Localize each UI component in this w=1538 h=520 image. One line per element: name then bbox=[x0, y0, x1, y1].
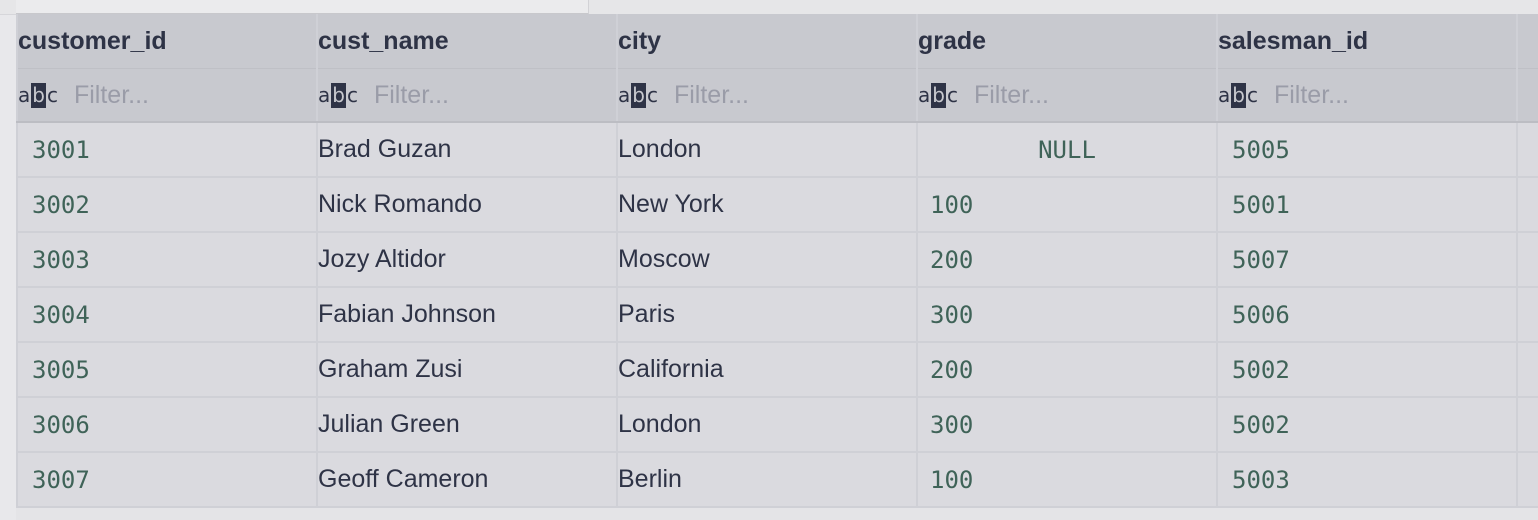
cell-filler bbox=[1517, 177, 1538, 233]
filter-row: abc abc abc bbox=[16, 68, 1538, 123]
cell-salesman-id[interactable]: 5007 bbox=[1217, 232, 1518, 288]
cell-grade[interactable]: 200 bbox=[917, 232, 1218, 288]
grid-bottom-edge bbox=[16, 508, 1538, 520]
active-tab-edge bbox=[16, 0, 589, 15]
filter-cell-city: abc bbox=[617, 68, 918, 123]
table-row[interactable]: 3005 Graham Zusi California 200 5002 bbox=[16, 342, 1538, 398]
filter-cell-customer-id: abc bbox=[16, 68, 318, 123]
cell-cust-name[interactable]: Jozy Altidor bbox=[317, 232, 618, 288]
cell-cust-name[interactable]: Brad Guzan bbox=[317, 122, 618, 178]
filter-input-customer-id[interactable] bbox=[73, 80, 294, 110]
column-header-filler bbox=[1517, 14, 1538, 69]
cell-city[interactable]: London bbox=[617, 397, 918, 453]
cell-cust-name[interactable]: Fabian Johnson bbox=[317, 287, 618, 343]
cell-customer-id[interactable]: 3007 bbox=[16, 452, 318, 508]
cell-customer-id[interactable]: 3003 bbox=[16, 232, 318, 288]
filter-input-salesman-id[interactable] bbox=[1273, 80, 1494, 110]
cell-city[interactable]: Moscow bbox=[617, 232, 918, 288]
cell-customer-id[interactable]: 3006 bbox=[16, 397, 318, 453]
filter-input-cust-name[interactable] bbox=[373, 80, 594, 110]
text-filter-icon[interactable]: abc bbox=[918, 82, 958, 108]
top-bar bbox=[0, 0, 1538, 15]
text-filter-icon[interactable]: abc bbox=[618, 82, 658, 108]
table-row[interactable]: 3006 Julian Green London 300 5002 bbox=[16, 397, 1538, 453]
cell-city[interactable]: New York bbox=[617, 177, 918, 233]
cell-grade[interactable]: NULL bbox=[917, 122, 1218, 178]
filter-cell-filler bbox=[1517, 68, 1538, 123]
cell-salesman-id[interactable]: 5001 bbox=[1217, 177, 1518, 233]
cell-grade[interactable]: 300 bbox=[917, 287, 1218, 343]
cell-grade[interactable]: 100 bbox=[917, 177, 1218, 233]
filter-cell-salesman-id: abc bbox=[1217, 68, 1518, 123]
cell-grade[interactable]: 200 bbox=[917, 342, 1218, 398]
filter-cell-cust-name: abc bbox=[317, 68, 618, 123]
text-filter-icon[interactable]: abc bbox=[19, 82, 58, 108]
cell-filler bbox=[1517, 122, 1538, 178]
column-header-customer-id[interactable]: customer_id bbox=[16, 14, 318, 69]
cell-salesman-id[interactable]: 5006 bbox=[1217, 287, 1518, 343]
cell-grade[interactable]: 100 bbox=[917, 452, 1218, 508]
cell-cust-name[interactable]: Graham Zusi bbox=[317, 342, 618, 398]
cell-filler bbox=[1517, 342, 1538, 398]
cell-salesman-id[interactable]: 5005 bbox=[1217, 122, 1518, 178]
cell-customer-id[interactable]: 3001 bbox=[16, 122, 318, 178]
text-filter-icon[interactable]: abc bbox=[1218, 82, 1258, 108]
cell-salesman-id[interactable]: 5003 bbox=[1217, 452, 1518, 508]
filter-cell-grade: abc bbox=[917, 68, 1218, 123]
table-row[interactable]: 3001 Brad Guzan London NULL 5005 bbox=[16, 122, 1538, 178]
cell-salesman-id[interactable]: 5002 bbox=[1217, 397, 1518, 453]
cell-cust-name[interactable]: Julian Green bbox=[317, 397, 618, 453]
column-header-city[interactable]: city bbox=[617, 14, 918, 69]
table-row[interactable]: 3003 Jozy Altidor Moscow 200 5007 bbox=[16, 232, 1538, 288]
cell-filler bbox=[1517, 452, 1538, 508]
column-header-grade[interactable]: grade bbox=[917, 14, 1218, 69]
column-header-salesman-id[interactable]: salesman_id bbox=[1217, 14, 1518, 69]
results-grid: customer_id cust_name city grade salesma… bbox=[16, 14, 1538, 508]
results-table: customer_id cust_name city grade salesma… bbox=[16, 14, 1538, 508]
cell-grade[interactable]: 300 bbox=[917, 397, 1218, 453]
cell-salesman-id[interactable]: 5002 bbox=[1217, 342, 1518, 398]
cell-city[interactable]: California bbox=[617, 342, 918, 398]
cell-customer-id[interactable]: 3002 bbox=[16, 177, 318, 233]
table-row[interactable]: 3004 Fabian Johnson Paris 300 5006 bbox=[16, 287, 1538, 343]
table-row[interactable]: 3002 Nick Romando New York 100 5001 bbox=[16, 177, 1538, 233]
cell-customer-id[interactable]: 3005 bbox=[16, 342, 318, 398]
cell-cust-name[interactable]: Nick Romando bbox=[317, 177, 618, 233]
table-row[interactable]: 3007 Geoff Cameron Berlin 100 5003 bbox=[16, 452, 1538, 508]
cell-city[interactable]: Paris bbox=[617, 287, 918, 343]
cell-cust-name[interactable]: Geoff Cameron bbox=[317, 452, 618, 508]
cell-customer-id[interactable]: 3004 bbox=[16, 287, 318, 343]
column-header-cust-name[interactable]: cust_name bbox=[317, 14, 618, 69]
cell-filler bbox=[1517, 232, 1538, 288]
text-filter-icon[interactable]: abc bbox=[318, 82, 358, 108]
cell-filler bbox=[1517, 397, 1538, 453]
filter-input-grade[interactable] bbox=[973, 80, 1194, 110]
cell-city[interactable]: Berlin bbox=[617, 452, 918, 508]
header-row: customer_id cust_name city grade salesma… bbox=[16, 14, 1538, 69]
cell-city[interactable]: London bbox=[617, 122, 918, 178]
cell-filler bbox=[1517, 287, 1538, 343]
filter-input-city[interactable] bbox=[673, 80, 894, 110]
